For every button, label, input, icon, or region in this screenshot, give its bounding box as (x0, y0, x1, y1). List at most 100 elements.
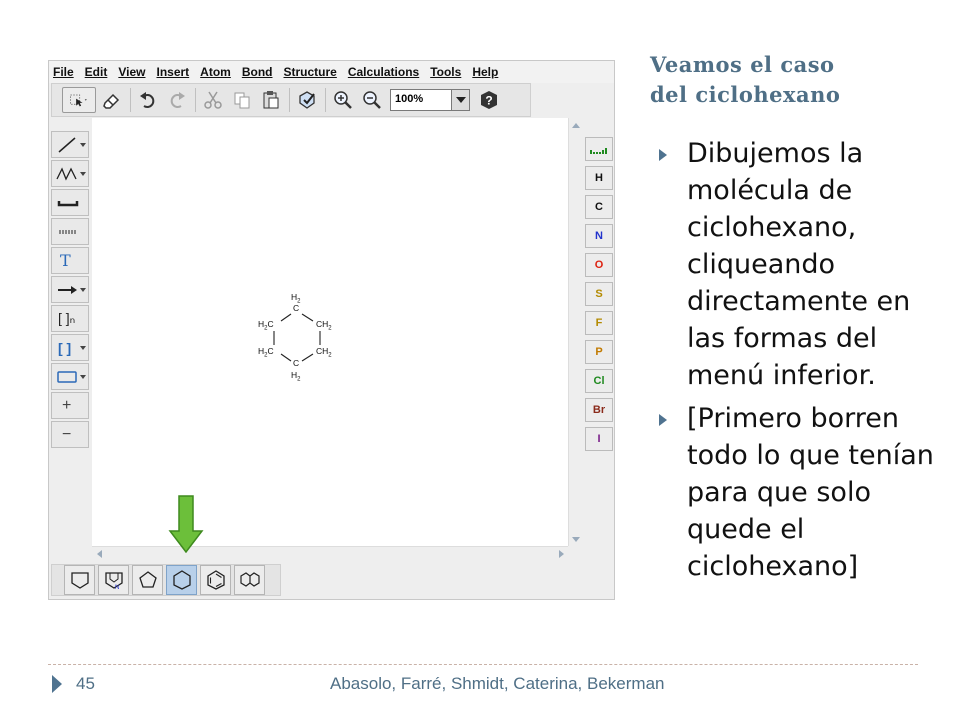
menu-file[interactable]: File (53, 65, 74, 79)
atom-o-button[interactable]: O (585, 253, 613, 277)
template-cyclohexane-button[interactable] (166, 565, 197, 595)
clean-structure-button[interactable] (294, 87, 320, 113)
undo-button[interactable] (135, 87, 161, 113)
scroll-down-icon[interactable] (570, 533, 582, 545)
redo-button[interactable] (164, 87, 190, 113)
copy-button[interactable] (229, 87, 255, 113)
atom-p-button[interactable]: P (585, 340, 613, 364)
template-benzene-button[interactable] (200, 565, 231, 595)
atom-left-lower: H2C (258, 346, 274, 359)
slide-title: Veamos el caso del ciclohexano (650, 50, 950, 110)
menu-atom[interactable]: Atom (200, 65, 231, 79)
chain-icon (56, 166, 77, 181)
chain-tool-button[interactable] (51, 160, 89, 187)
toolbar-separator (325, 88, 326, 112)
paste-button[interactable] (258, 87, 284, 113)
zoom-out-button[interactable] (359, 87, 385, 113)
undo-icon (140, 92, 155, 108)
bullet-arrow-icon (659, 414, 667, 426)
chevron-down-icon (80, 143, 86, 147)
zoom-out-icon (363, 91, 381, 109)
menu-help[interactable]: Help (472, 65, 498, 79)
shape-tool-button[interactable] (51, 363, 89, 390)
menu-calculations[interactable]: Calculations (348, 65, 419, 79)
redo-icon (170, 92, 185, 108)
atom-i-button[interactable]: I (585, 427, 613, 451)
hashed-bond-button[interactable] (51, 218, 89, 245)
help-icon: ? (481, 91, 497, 109)
menu-tools[interactable]: Tools (430, 65, 461, 79)
menu-edit[interactable]: Edit (85, 65, 108, 79)
menu-view[interactable]: View (118, 65, 145, 79)
eraser-icon (103, 93, 120, 109)
atom-right-upper: CH2 (316, 319, 332, 332)
atom-bottom-carbon: C (293, 358, 300, 368)
main-toolbar: 100% ? (51, 83, 531, 117)
select-tool-button[interactable] (62, 87, 96, 113)
menu-insert[interactable]: Insert (156, 65, 189, 79)
cut-button[interactable] (200, 87, 226, 113)
clean-icon (299, 91, 315, 109)
sgroup-label: [ ]ₙ (58, 310, 76, 326)
toolbar-separator (195, 88, 196, 112)
atom-c-button[interactable]: C (585, 195, 613, 219)
template-naphthalene-button[interactable] (234, 565, 265, 595)
bullet-text: Dibujemos la molécula de ciclohexano, cl… (687, 138, 911, 391)
benzene-icon (206, 570, 225, 590)
template-benzene-house-button[interactable] (64, 565, 95, 595)
bracket-label: [ ] (58, 339, 72, 356)
single-bond-button[interactable] (51, 131, 89, 158)
erase-button[interactable] (99, 87, 125, 113)
text-tool-label: T (60, 251, 71, 270)
bond-line-icon (58, 136, 76, 153)
vertical-scrollbar[interactable] (568, 118, 582, 546)
scroll-left-icon[interactable] (93, 548, 105, 560)
bracket-button[interactable]: [ ] (51, 334, 89, 361)
cut-icon (204, 91, 222, 109)
atom-s-button[interactable]: S (585, 282, 613, 306)
text-tool-button[interactable]: T (51, 247, 89, 274)
n-ring-icon: N (104, 572, 123, 591)
atom-h-button[interactable]: H (585, 166, 613, 190)
footer-arrow-icon (52, 675, 62, 693)
page-number: 45 (76, 674, 95, 693)
bold-bond-button[interactable] (51, 189, 89, 216)
svg-text:N: N (115, 585, 119, 591)
atom-right-lower: CH2 (316, 346, 332, 359)
hashed-bond-icon (59, 229, 76, 234)
charge-minus-button[interactable]: − (51, 421, 89, 448)
charge-plus-button[interactable]: + (51, 392, 89, 419)
footer-divider (48, 664, 918, 665)
zoom-value[interactable]: 100% (390, 89, 452, 111)
cyclohexane-structure[interactable]: H2 C H2C CH2 H2C CH2 C H2 (254, 291, 394, 386)
zoom-in-button[interactable] (330, 87, 356, 113)
atom-bottom: H2 (291, 370, 301, 383)
green-down-arrow-icon (168, 495, 204, 553)
atom-top-carbon: C (293, 303, 300, 313)
template-n-ring-button[interactable]: N (98, 565, 129, 595)
atom-f-button[interactable]: F (585, 311, 613, 335)
bullet-item: [Primero borren todo lo que tenían para … (655, 400, 950, 585)
help-button[interactable]: ? (476, 87, 502, 113)
scroll-right-icon[interactable] (555, 548, 567, 560)
scroll-up-icon[interactable] (570, 119, 582, 131)
menu-bond[interactable]: Bond (242, 65, 273, 79)
slide-title-line-1: Veamos el caso (650, 52, 835, 77)
zoom-select[interactable]: 100% (390, 89, 470, 111)
atom-br-button[interactable]: Br (585, 398, 613, 422)
zoom-in-icon (334, 91, 352, 109)
horizontal-scrollbar[interactable] (92, 546, 568, 560)
rectangle-icon (57, 370, 77, 383)
reaction-arrow-button[interactable] (51, 276, 89, 303)
chevron-down-icon[interactable] (452, 89, 470, 111)
atom-n-button[interactable]: N (585, 224, 613, 248)
menu-structure[interactable]: Structure (284, 65, 337, 79)
atom-cl-button[interactable]: Cl (585, 369, 613, 393)
sgroup-button[interactable]: [ ]ₙ (51, 305, 89, 332)
periodic-table-button[interactable] (585, 137, 613, 161)
template-cyclopentane-button[interactable] (132, 565, 163, 595)
bullet-arrow-icon (659, 149, 667, 161)
plus-label: + (62, 396, 72, 414)
bullet-text: [Primero borren todo lo que tenían para … (687, 403, 934, 582)
cyclohexane-bonds (273, 313, 321, 362)
